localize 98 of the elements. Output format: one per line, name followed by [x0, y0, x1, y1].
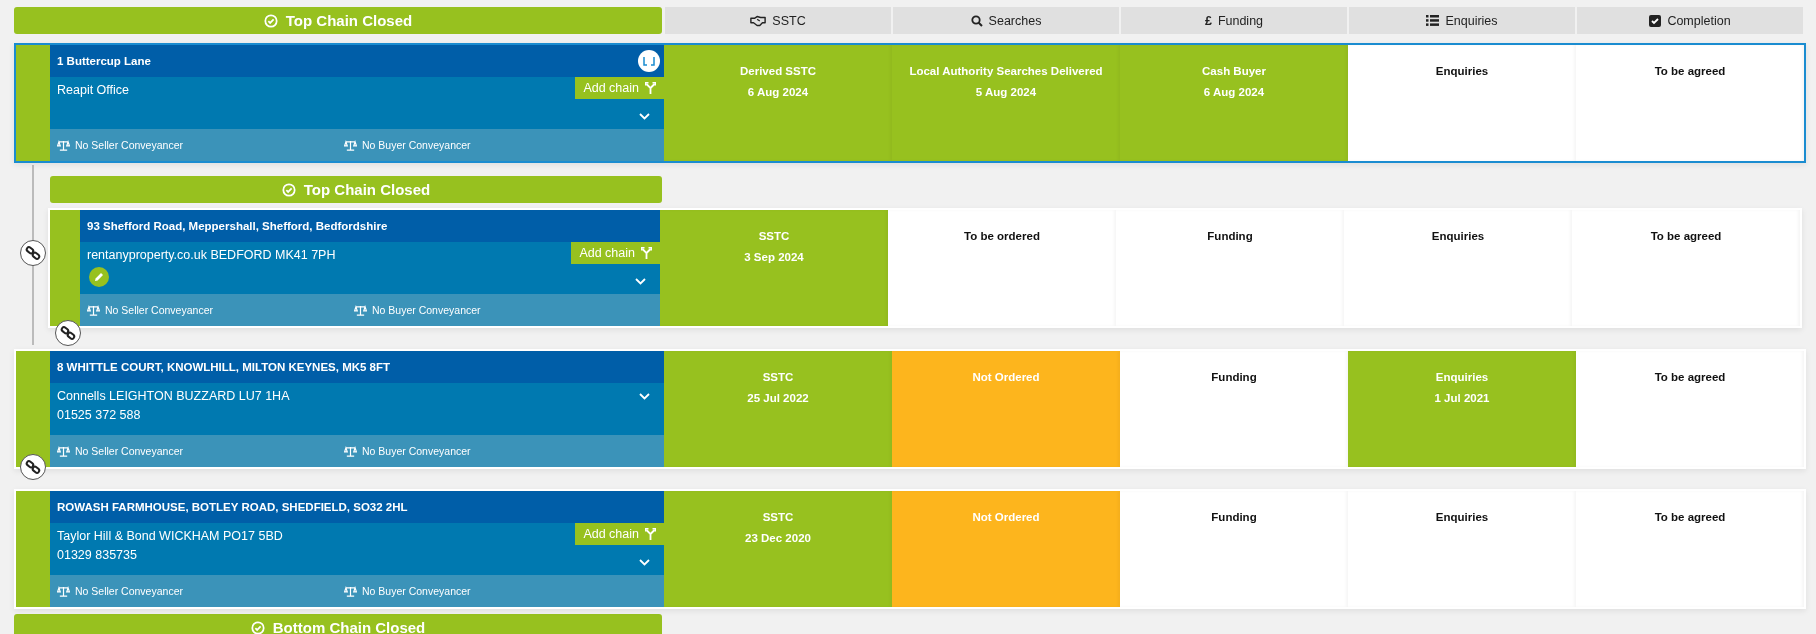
- conveyancer-label: No Buyer Conveyancer: [362, 139, 471, 151]
- stage-title: Local Authority Searches Delivered: [909, 65, 1103, 77]
- agent-detail: 01329 835735: [57, 548, 138, 562]
- check-circle-icon: [263, 13, 278, 28]
- edit-button[interactable]: [89, 267, 109, 287]
- stage-title: Cash Buyer: [1202, 65, 1266, 77]
- column-header[interactable]: Enquiries: [1349, 7, 1575, 34]
- chain-closed-banner: Top Chain Closed: [14, 7, 662, 34]
- conveyancer-label: No Seller Conveyancer: [75, 445, 183, 457]
- chain-row[interactable]: [14, 349, 1806, 469]
- stage-title: Not Ordered: [972, 511, 1040, 523]
- scales-icon: [87, 304, 100, 316]
- stage-title: Enquiries: [1431, 230, 1485, 242]
- stage-cell[interactable]: To be ordered: [888, 210, 1116, 326]
- conveyancer-label: No Buyer Conveyancer: [362, 445, 471, 457]
- stage-cell[interactable]: Enquiries: [1348, 45, 1576, 161]
- stage-title: SSTC: [762, 371, 794, 383]
- agent-detail: 01525 372 588: [57, 408, 142, 422]
- stage-cell[interactable]: To be agreed: [1576, 45, 1804, 161]
- chain-link-icon: [24, 244, 42, 262]
- stage-cell[interactable]: Enquiries: [1348, 491, 1576, 607]
- chain-closed-banner: Bottom Chain Closed: [14, 614, 662, 634]
- column-header[interactable]: £ Funding: [1121, 7, 1347, 34]
- stage-title: Enquiries: [1435, 371, 1489, 383]
- scales-icon: [344, 445, 357, 457]
- scales-icon: [57, 585, 70, 597]
- stage-cell[interactable]: Funding: [1116, 210, 1344, 326]
- stage-date: 6 Aug 2024: [747, 86, 809, 98]
- stage-title: Funding: [1211, 511, 1257, 523]
- bracket-icon: [643, 56, 655, 66]
- link-button[interactable]: [20, 240, 46, 266]
- agent-detail: Connells LEIGHTON BUZZARD LU7 1HA: [57, 389, 290, 403]
- stage-cell[interactable]: Enquiries: [1344, 210, 1572, 326]
- column-header[interactable]: Completion: [1577, 7, 1803, 34]
- chain-link-icon: [24, 458, 42, 476]
- pencil-icon: [94, 272, 104, 282]
- conveyancer-label: No Buyer Conveyancer: [372, 304, 481, 316]
- stage-date: 1 Jul 2021: [1434, 392, 1490, 404]
- stage-date: 5 Aug 2024: [975, 86, 1037, 98]
- chain-row[interactable]: 1 Buttercup Lane Reapit Office Add chain No Seller Conveyancer No Buyer Conveyancer Derived SSTC 6 Aug 2024 Local Authority Searches Delivered 5 Aug 2024 Cash Buyer 6 Aug 2024 Enquiries To be agreed: [14, 43, 1806, 163]
- column-header[interactable]: Searches: [893, 7, 1119, 34]
- property-address: 1 Buttercup Lane: [57, 55, 151, 67]
- stage-title: To be ordered: [964, 230, 1040, 242]
- fork-icon: [645, 528, 656, 540]
- conveyancer-label: No Seller Conveyancer: [75, 585, 183, 597]
- conveyancer-label: No Buyer Conveyancer: [362, 585, 471, 597]
- stage-date: 6 Aug 2024: [1203, 86, 1265, 98]
- stage-date: 3 Sep 2024: [744, 251, 804, 263]
- chain-closed-banner: Top Chain Closed: [50, 176, 662, 203]
- fork-icon: [641, 247, 652, 259]
- stage-date: 23 Dec 2020: [745, 532, 811, 544]
- stage-title: Enquiries: [1435, 65, 1489, 77]
- stage-title: Enquiries: [1435, 511, 1489, 523]
- scales-icon: [344, 139, 357, 151]
- handshake-icon: [750, 14, 767, 27]
- agent-detail: Taylor Hill & Bond WICKHAM PO17 5BD: [57, 529, 283, 543]
- stage-title: To be agreed: [1654, 511, 1726, 523]
- fork-icon: [645, 82, 656, 94]
- stage-cell[interactable]: To be agreed: [1576, 491, 1804, 607]
- scales-icon: [344, 585, 357, 597]
- chevron-down-icon[interactable]: [639, 113, 650, 120]
- scales-icon: [57, 139, 70, 151]
- stage-title: SSTC: [758, 230, 790, 242]
- stage-title: Funding: [1207, 230, 1253, 242]
- avatar-badge[interactable]: [638, 50, 660, 72]
- stage-title: To be agreed: [1650, 230, 1722, 242]
- stage-title: Not Ordered: [972, 371, 1040, 383]
- stage-date: 25 Jul 2022: [747, 392, 809, 404]
- checkbox-icon: [1649, 14, 1662, 27]
- chain-link-icon: [59, 324, 77, 342]
- agent-detail: Reapit Office: [57, 83, 130, 97]
- stage-cell[interactable]: To be agreed: [1576, 351, 1804, 467]
- conveyancer-label: No Seller Conveyancer: [75, 139, 183, 151]
- chain-row[interactable]: [48, 208, 1802, 328]
- scales-icon: [57, 445, 70, 457]
- chain-row[interactable]: [14, 489, 1806, 609]
- column-header[interactable]: SSTC: [665, 7, 891, 34]
- stage-title: To be agreed: [1654, 371, 1726, 383]
- stage-cell[interactable]: To be agreed: [1572, 210, 1800, 326]
- chevron-down-icon[interactable]: [639, 393, 650, 400]
- pound-icon: £: [1204, 13, 1212, 28]
- chevron-down-icon[interactable]: [635, 278, 646, 285]
- agent-detail: rentanyproperty.co.uk BEDFORD MK41 7PH: [87, 248, 336, 262]
- search-icon: [970, 14, 983, 27]
- stage-title: To be agreed: [1654, 65, 1726, 77]
- scales-icon: [354, 304, 367, 316]
- property-address: ROWASH FARMHOUSE, BOTLEY ROAD, SHEDFIELD, SO32 2HL: [57, 501, 408, 513]
- stage-title: Derived SSTC: [739, 65, 817, 77]
- property-address: 93 Shefford Road, Meppershall, Shefford, Bedfordshire: [87, 220, 388, 232]
- chevron-down-icon[interactable]: [639, 559, 650, 566]
- stage-title: SSTC: [762, 511, 794, 523]
- property-address: 8 WHITTLE COURT, KNOWLHILL, MILTON KEYNES, MK5 8FT: [57, 361, 391, 373]
- stage-cell[interactable]: Funding: [1120, 491, 1348, 607]
- list-icon: [1426, 15, 1440, 26]
- conveyancer-label: No Seller Conveyancer: [105, 304, 213, 316]
- check-circle-icon: [281, 182, 296, 197]
- stage-title: Funding: [1211, 371, 1257, 383]
- stage-cell[interactable]: Funding: [1120, 351, 1348, 467]
